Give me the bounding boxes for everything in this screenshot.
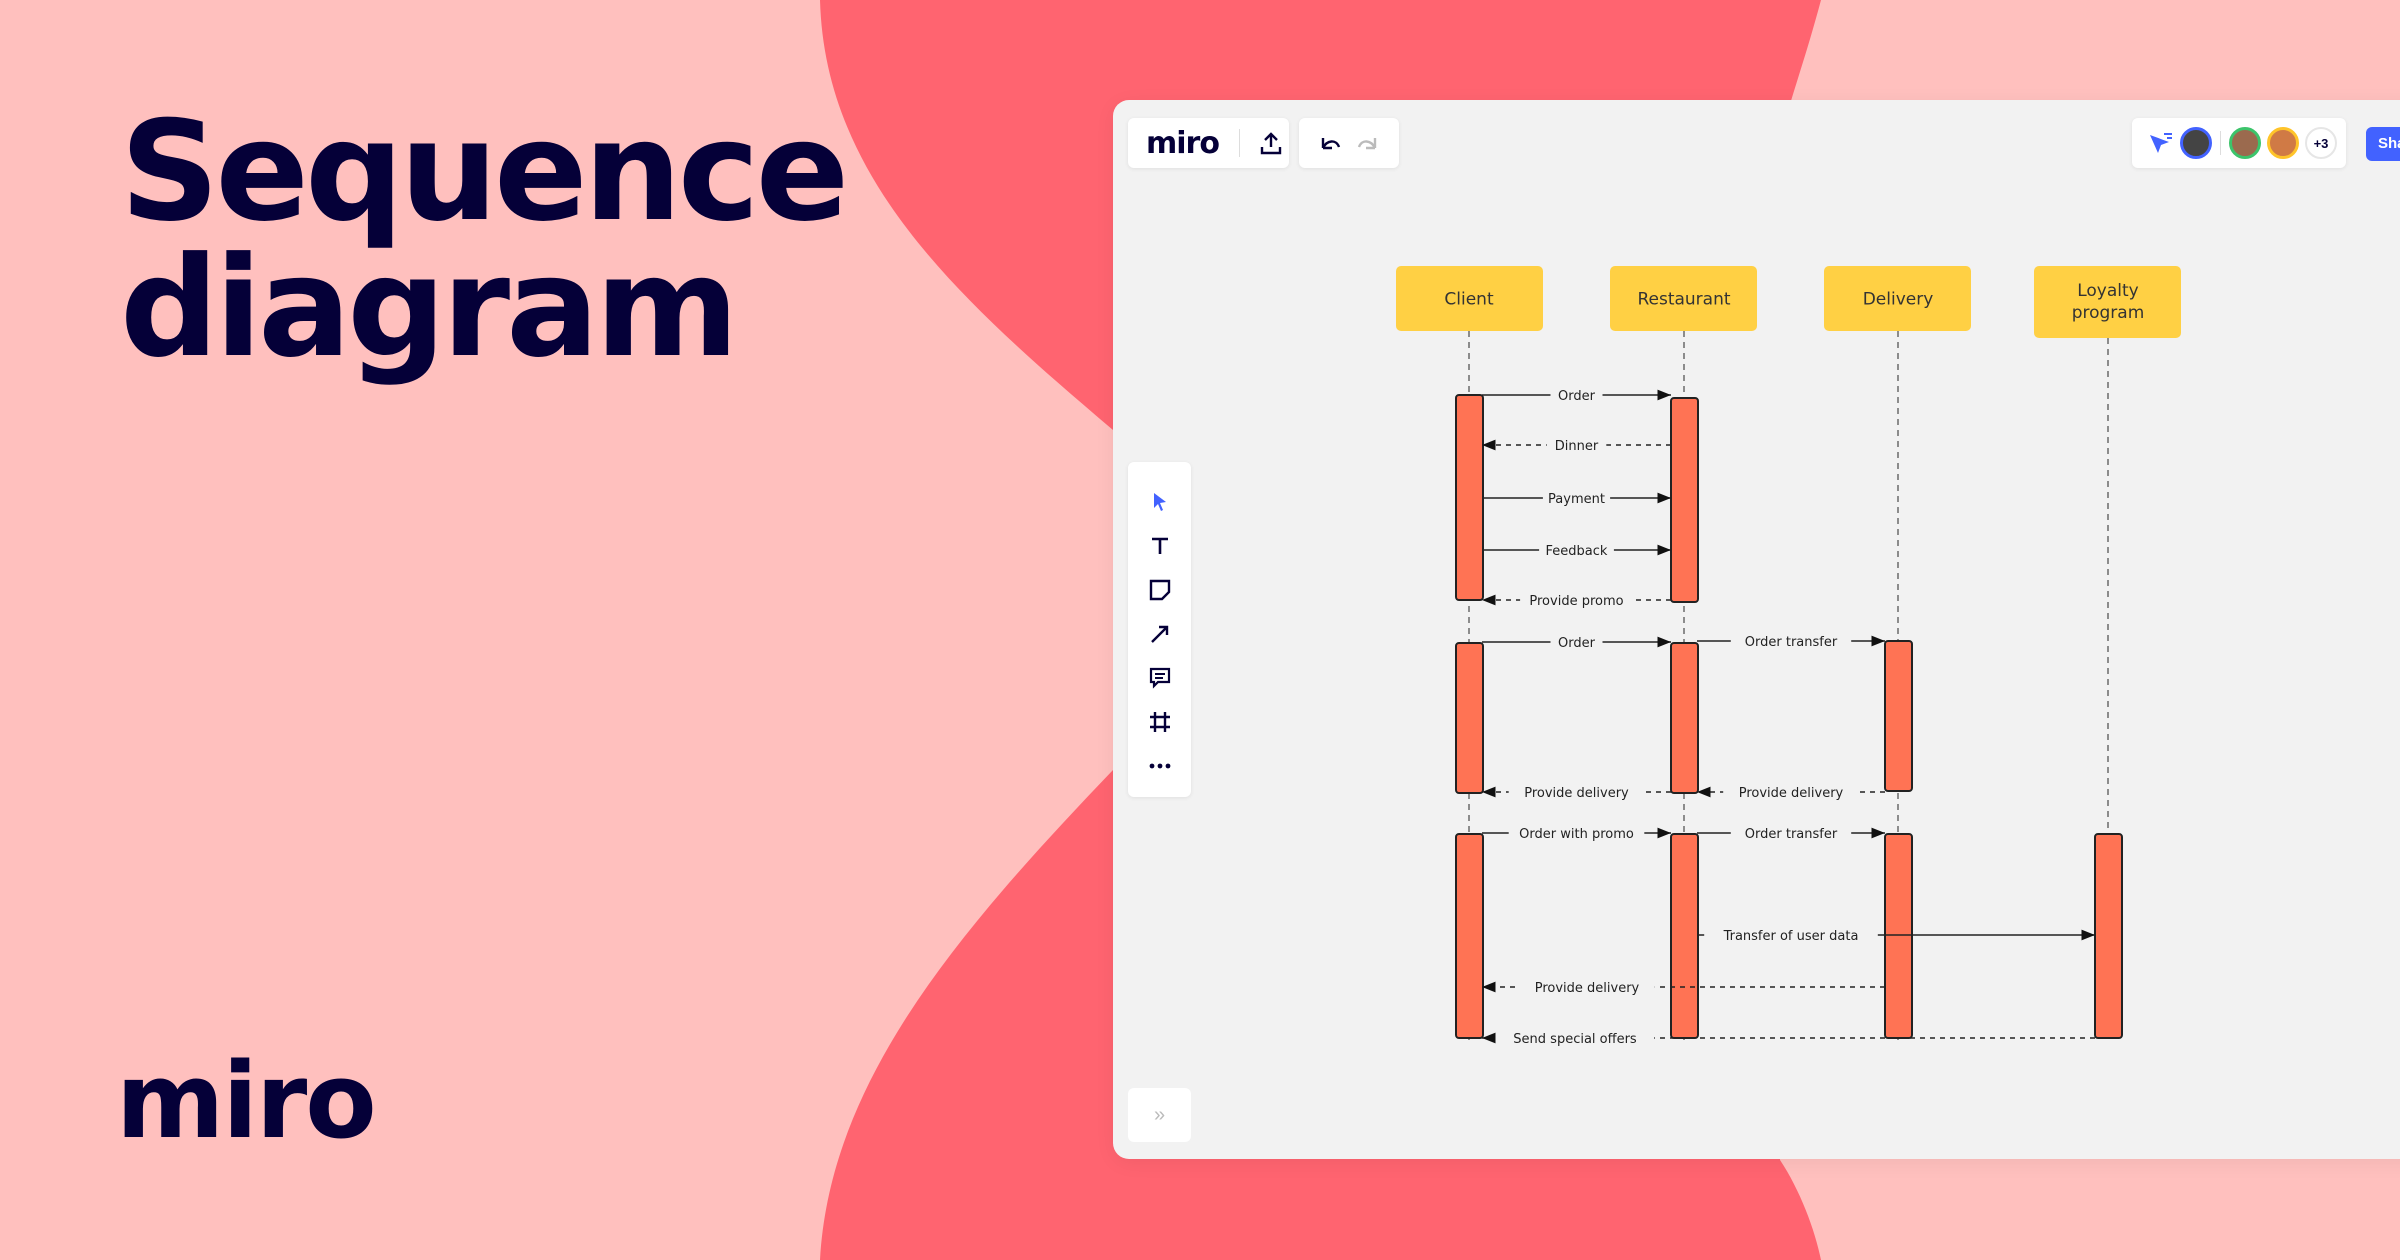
message-label: Transfer of user data — [1723, 929, 1859, 944]
sequence-diagram: Order Dinner Payment Feedback Provide promo O… — [1396, 266, 2181, 1047]
message-arrow[interactable]: Send special offers — [1482, 1028, 2095, 1047]
message-arrow[interactable]: Feedback — [1482, 540, 1671, 559]
activation-bar-client[interactable] — [1455, 833, 1484, 1039]
message-arrow[interactable]: Order with promo — [1482, 823, 1671, 842]
message-arrow[interactable]: Provide promo — [1482, 590, 1671, 609]
message-label: Order — [1558, 636, 1596, 651]
message-label: Order transfer — [1745, 827, 1838, 842]
activation-bar-delivery[interactable] — [1884, 640, 1913, 792]
actor-label: Delivery — [1863, 290, 1934, 310]
message-label: Payment — [1548, 492, 1605, 507]
activation-bar-client[interactable] — [1455, 642, 1484, 794]
activation-bar-loyalty[interactable] — [2094, 833, 2123, 1039]
activation-bar-delivery[interactable] — [1884, 833, 1913, 1039]
activation-bar-client[interactable] — [1455, 394, 1484, 601]
message-label: Send special offers — [1513, 1032, 1637, 1047]
message-arrow[interactable]: Order transfer — [1697, 823, 1885, 842]
activation-bar-restaurant[interactable] — [1670, 397, 1699, 603]
message-label: Provide delivery — [1535, 981, 1640, 996]
message-arrow[interactable]: Order transfer — [1697, 631, 1885, 650]
message-label: Order with promo — [1519, 827, 1634, 842]
message-arrow[interactable]: Dinner — [1482, 435, 1671, 454]
message-label: Feedback — [1546, 544, 1608, 559]
message-label: Order transfer — [1745, 635, 1838, 650]
actor-label: Client — [1444, 290, 1494, 310]
activation-bar-restaurant[interactable] — [1670, 833, 1699, 1039]
message-arrow[interactable]: Order — [1482, 385, 1671, 404]
message-arrow[interactable]: Provide delivery — [1697, 782, 1885, 801]
actor-box[interactable] — [2034, 266, 2181, 338]
message-label: Provide delivery — [1524, 786, 1629, 801]
actor-label: Restaurant — [1637, 290, 1730, 310]
message-arrow[interactable]: Payment — [1482, 488, 1671, 507]
message-label: Dinner — [1555, 439, 1599, 454]
actor-client[interactable]: Client — [1396, 266, 1543, 331]
message-label: Provide delivery — [1739, 786, 1844, 801]
message-arrow[interactable]: Order — [1482, 632, 1671, 651]
actor-delivery[interactable]: Delivery — [1824, 266, 1971, 331]
message-arrow[interactable]: Provide delivery — [1482, 782, 1671, 801]
actor-restaurant[interactable]: Restaurant — [1610, 266, 1757, 331]
message-label: Provide promo — [1529, 594, 1623, 609]
activation-bar-restaurant[interactable] — [1670, 642, 1699, 794]
actor-loyalty[interactable]: Loyalty program — [2034, 266, 2181, 338]
message-label: Order — [1558, 389, 1596, 404]
